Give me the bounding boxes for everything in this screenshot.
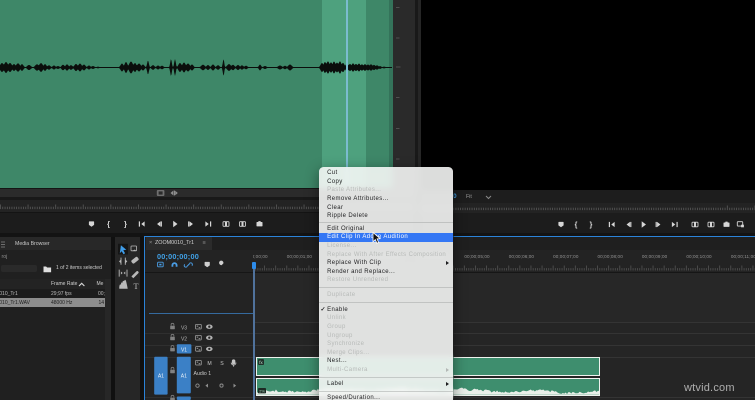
svg-text:A1: A1 [158,374,164,380]
svg-text:}: } [590,222,593,229]
svg-text:V3: V3 [181,325,187,331]
svg-text:Audio 1: Audio 1 [194,371,212,377]
svg-text:M: M [207,361,211,367]
svg-text:V1: V1 [181,348,187,354]
svg-text:V2: V2 [181,336,187,342]
svg-text:2%: 2% [259,389,265,394]
svg-text:{: { [107,222,110,229]
svg-text:{: { [575,222,578,229]
svg-text:}: } [124,222,127,229]
svg-text:S: S [220,361,224,367]
svg-text:A1: A1 [181,374,187,380]
svg-text:T: T [133,281,139,291]
